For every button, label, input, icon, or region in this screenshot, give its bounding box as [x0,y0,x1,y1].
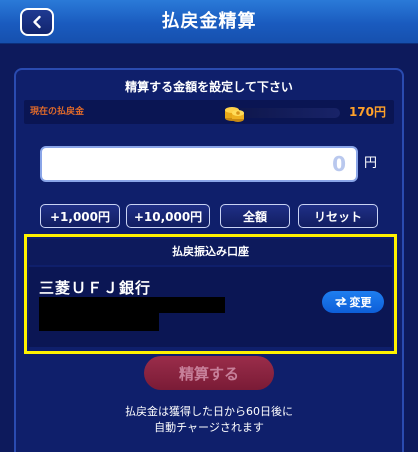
balance-value: 170円 [348,105,386,119]
reset-button[interactable]: リセット [298,204,378,228]
account-body: 三菱ＵＦＪ銀行 変更 [29,267,392,347]
settle-button[interactable]: 精算する [144,356,274,390]
note-line-2: 自動チャージされます [154,421,264,434]
page-title: 払戻金精算 [161,11,257,32]
amount-input[interactable]: 0 [40,146,358,182]
note-line-1: 払戻金は獲得した日から60日後に [125,405,293,418]
change-account-button[interactable]: 変更 [322,291,384,313]
swap-arrows-icon [334,297,347,307]
current-balance-row: 現在の払戻金 170円 [24,100,394,124]
redacted-account-info [39,297,225,313]
change-label: 変更 [349,296,372,309]
coin-stack-icon [225,107,244,122]
full-amount-button[interactable]: 全額 [220,204,290,228]
balance-bar [230,108,340,118]
bank-name: 三菱ＵＦＪ銀行 [39,279,152,297]
account-header: 払戻振込み口座 [29,239,392,265]
bank-account-section: 払戻振込み口座 三菱ＵＦＪ銀行 変更 [24,234,397,354]
header-bar: 払戻金精算 [0,0,418,44]
panel-title: 精算する金額を設定して下さい [125,80,293,94]
balance-label: 現在の払戻金 [30,107,85,117]
amount-unit: 円 [364,156,378,171]
auto-charge-note: 払戻金は獲得した日から60日後に 自動チャージされます [16,404,402,436]
add-10000-button[interactable]: +10,000円 [126,204,210,228]
redacted-account-info [39,313,159,331]
add-1000-button[interactable]: +1,000円 [40,204,120,228]
settlement-panel: 精算する金額を設定して下さい 現在の払戻金 170円 0 円 +1,000円 +… [14,68,404,452]
